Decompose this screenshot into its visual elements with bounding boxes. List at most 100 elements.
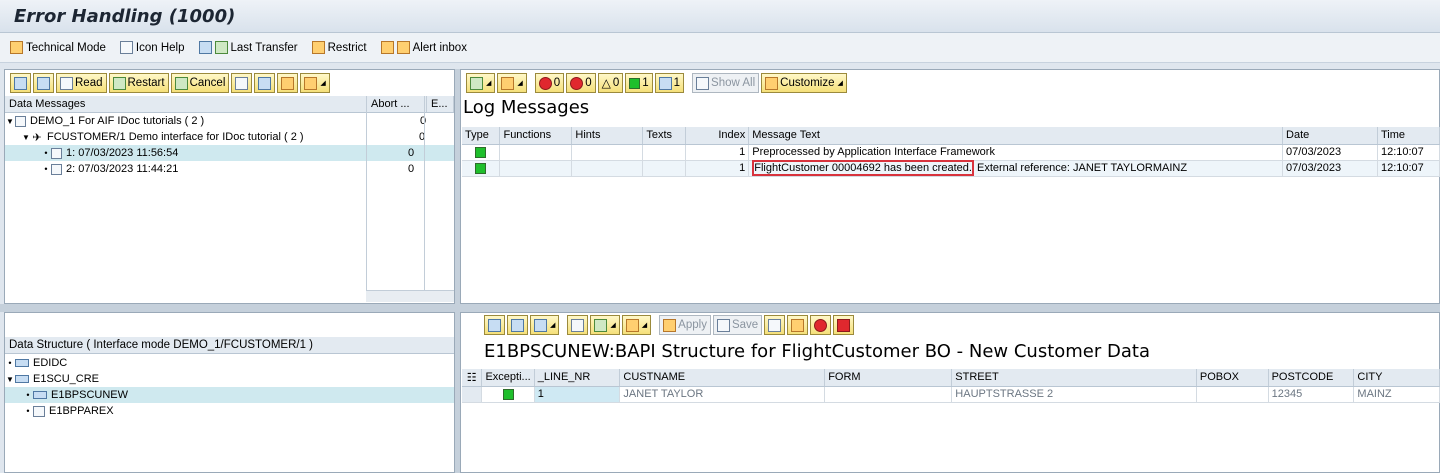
structure-row-edidc[interactable]: • EDIDC: [5, 355, 454, 371]
filter-abort-button[interactable]: 0: [534, 73, 565, 93]
horizontal-splitter[interactable]: [0, 304, 1440, 312]
structure-row-e1scu-cre[interactable]: ▼ E1SCU_CRE: [5, 371, 454, 387]
customize-label: Customize: [780, 77, 835, 89]
dropdown-arrow-icon: ◢: [550, 322, 556, 329]
find-next-button[interactable]: [507, 315, 528, 335]
customize-button[interactable]: Customize ◢: [761, 73, 847, 93]
pobox-cell[interactable]: [1196, 386, 1269, 403]
technical-mode-button[interactable]: Technical Mode: [10, 41, 106, 54]
layout-button[interactable]: ◢: [621, 315, 652, 335]
structure-row[interactable]: 1 JANET TAYLOR HAUPTSTRASSE 2 12345 MAIN…: [462, 386, 1440, 403]
expand-all-button[interactable]: [10, 73, 31, 93]
log-row[interactable]: 1 Preprocessed by Application Interface …: [462, 144, 1440, 161]
stop-button[interactable]: [810, 315, 832, 335]
alert-inbox-button[interactable]: Alert inbox: [380, 41, 467, 54]
apply-button[interactable]: Apply: [659, 315, 711, 335]
column-message-text[interactable]: Message Text: [748, 127, 1284, 145]
column-hints[interactable]: Hints: [571, 127, 644, 145]
save-button[interactable]: Save: [712, 315, 763, 335]
icon-help-label: Icon Help: [135, 41, 185, 54]
title-bar: Error Handling (1000): [0, 0, 1440, 33]
column-postcode[interactable]: POSTCODE: [1268, 369, 1355, 387]
row-selector[interactable]: [462, 386, 483, 403]
column-texts[interactable]: Texts: [642, 127, 687, 145]
filter-button[interactable]: ◢: [530, 315, 560, 335]
column-data-structure[interactable]: Data Structure ( Interface mode DEMO_1/F…: [5, 337, 454, 353]
alert-inbox-icon: [396, 41, 410, 54]
alert-button[interactable]: [833, 315, 855, 335]
line-nr-cell[interactable]: 1: [534, 386, 621, 403]
mountain-button[interactable]: [787, 315, 809, 335]
restart-button[interactable]: Restart: [108, 73, 169, 93]
select-all-cell[interactable]: ☷: [462, 369, 483, 387]
filter-warning-button[interactable]: △ 0: [597, 73, 624, 93]
tree-row-label: 1: 07/03/2023 11:56:54: [66, 147, 179, 159]
form-cell[interactable]: [824, 386, 953, 403]
expanded-arrow-icon: ▼: [22, 132, 30, 142]
tree-row-count: 0: [408, 163, 415, 175]
export-button[interactable]: ◢: [466, 73, 496, 93]
structure-data-table: ☷ Excepti... _LINE_NR CUSTNAME FORM STRE…: [462, 369, 1440, 403]
filter-info-button[interactable]: 1: [654, 73, 685, 93]
error-icon: [570, 76, 584, 90]
column-exception[interactable]: Excepti...: [481, 369, 535, 387]
tree-row-message-2[interactable]: • 2: 07/03/2023 11:44:21 0: [5, 161, 454, 177]
column-city[interactable]: CITY: [1353, 369, 1440, 387]
restart-icon: [112, 76, 126, 90]
tree-row-message-1[interactable]: • 1: 07/03/2023 11:56:54 0: [5, 145, 454, 161]
structure-row-e1bpscunew[interactable]: • E1BPSCUNEW: [5, 387, 454, 403]
column-abort[interactable]: Abort ...: [367, 96, 427, 112]
log-messages-pane: [460, 69, 1440, 304]
column-form[interactable]: FORM: [824, 369, 953, 387]
column-type[interactable]: Type: [462, 127, 501, 145]
success-icon: [475, 146, 487, 158]
log-row[interactable]: 1 FlightCustomer 00004692 has been creat…: [462, 160, 1440, 177]
custname-cell[interactable]: JANET TAYLOR: [619, 386, 826, 403]
restart-label: Restart: [127, 77, 165, 89]
hierarchy-button[interactable]: [277, 73, 299, 93]
filter-success-button[interactable]: 1: [625, 73, 653, 93]
export-button[interactable]: ◢: [590, 315, 620, 335]
postcode-cell[interactable]: 12345: [1268, 386, 1355, 403]
layout-button[interactable]: ◢: [497, 73, 527, 93]
city-cell[interactable]: MAINZ: [1353, 386, 1440, 403]
column-time[interactable]: Time: [1377, 127, 1440, 145]
display-button[interactable]: [254, 73, 276, 93]
last-transfer-button[interactable]: Last Transfer: [198, 41, 298, 54]
tree-row-demo1[interactable]: ▼ DEMO_1 For AIF IDoc tutorials ( 2 ) 0: [5, 113, 454, 129]
column-index[interactable]: Index: [685, 127, 750, 145]
data-structure-header: Data Structure ( Interface mode DEMO_1/F…: [5, 337, 454, 354]
column-data-messages[interactable]: Data Messages: [5, 96, 367, 112]
show-all-button[interactable]: Show All: [692, 73, 760, 93]
table-icon: [33, 405, 45, 417]
column-custname[interactable]: CUSTNAME: [619, 369, 826, 387]
tree-row-fcustomer[interactable]: ▼ ✈ FCUSTOMER/1 Demo interface for IDoc …: [5, 129, 454, 145]
stop-icon: [538, 76, 552, 90]
message-text-extra: External reference: JANET TAYLORMAINZ: [973, 162, 1188, 174]
read-label: Read: [75, 77, 103, 89]
alert-icon: [380, 41, 394, 54]
icon-help-icon: [119, 41, 133, 54]
read-button[interactable]: Read: [56, 73, 107, 93]
structure-icon: [768, 318, 782, 332]
layout-button[interactable]: ◢: [300, 73, 330, 93]
structure-row-e1bpparex[interactable]: • E1BPPAREX: [5, 403, 454, 419]
structure-button[interactable]: [764, 315, 786, 335]
find-button[interactable]: [484, 315, 505, 335]
filter-error-button[interactable]: 0: [566, 73, 596, 93]
column-e[interactable]: E...: [427, 96, 454, 112]
success-icon: [502, 388, 514, 400]
column-pobox[interactable]: POBOX: [1196, 369, 1269, 387]
horizontal-scrollbar[interactable]: [366, 290, 454, 302]
icon-help-button[interactable]: Icon Help: [119, 41, 185, 54]
find-button[interactable]: [231, 73, 253, 93]
print-button[interactable]: [567, 315, 589, 335]
column-street[interactable]: STREET: [951, 369, 1197, 387]
collapse-all-button[interactable]: [33, 73, 54, 93]
column-line-nr[interactable]: _LINE_NR: [534, 369, 621, 387]
cancel-button[interactable]: Cancel: [170, 73, 230, 93]
column-date[interactable]: Date: [1282, 127, 1378, 145]
restrict-button[interactable]: Restrict: [311, 41, 367, 54]
column-functions[interactable]: Functions: [499, 127, 573, 145]
street-cell[interactable]: HAUPTSTRASSE 2: [951, 386, 1197, 403]
